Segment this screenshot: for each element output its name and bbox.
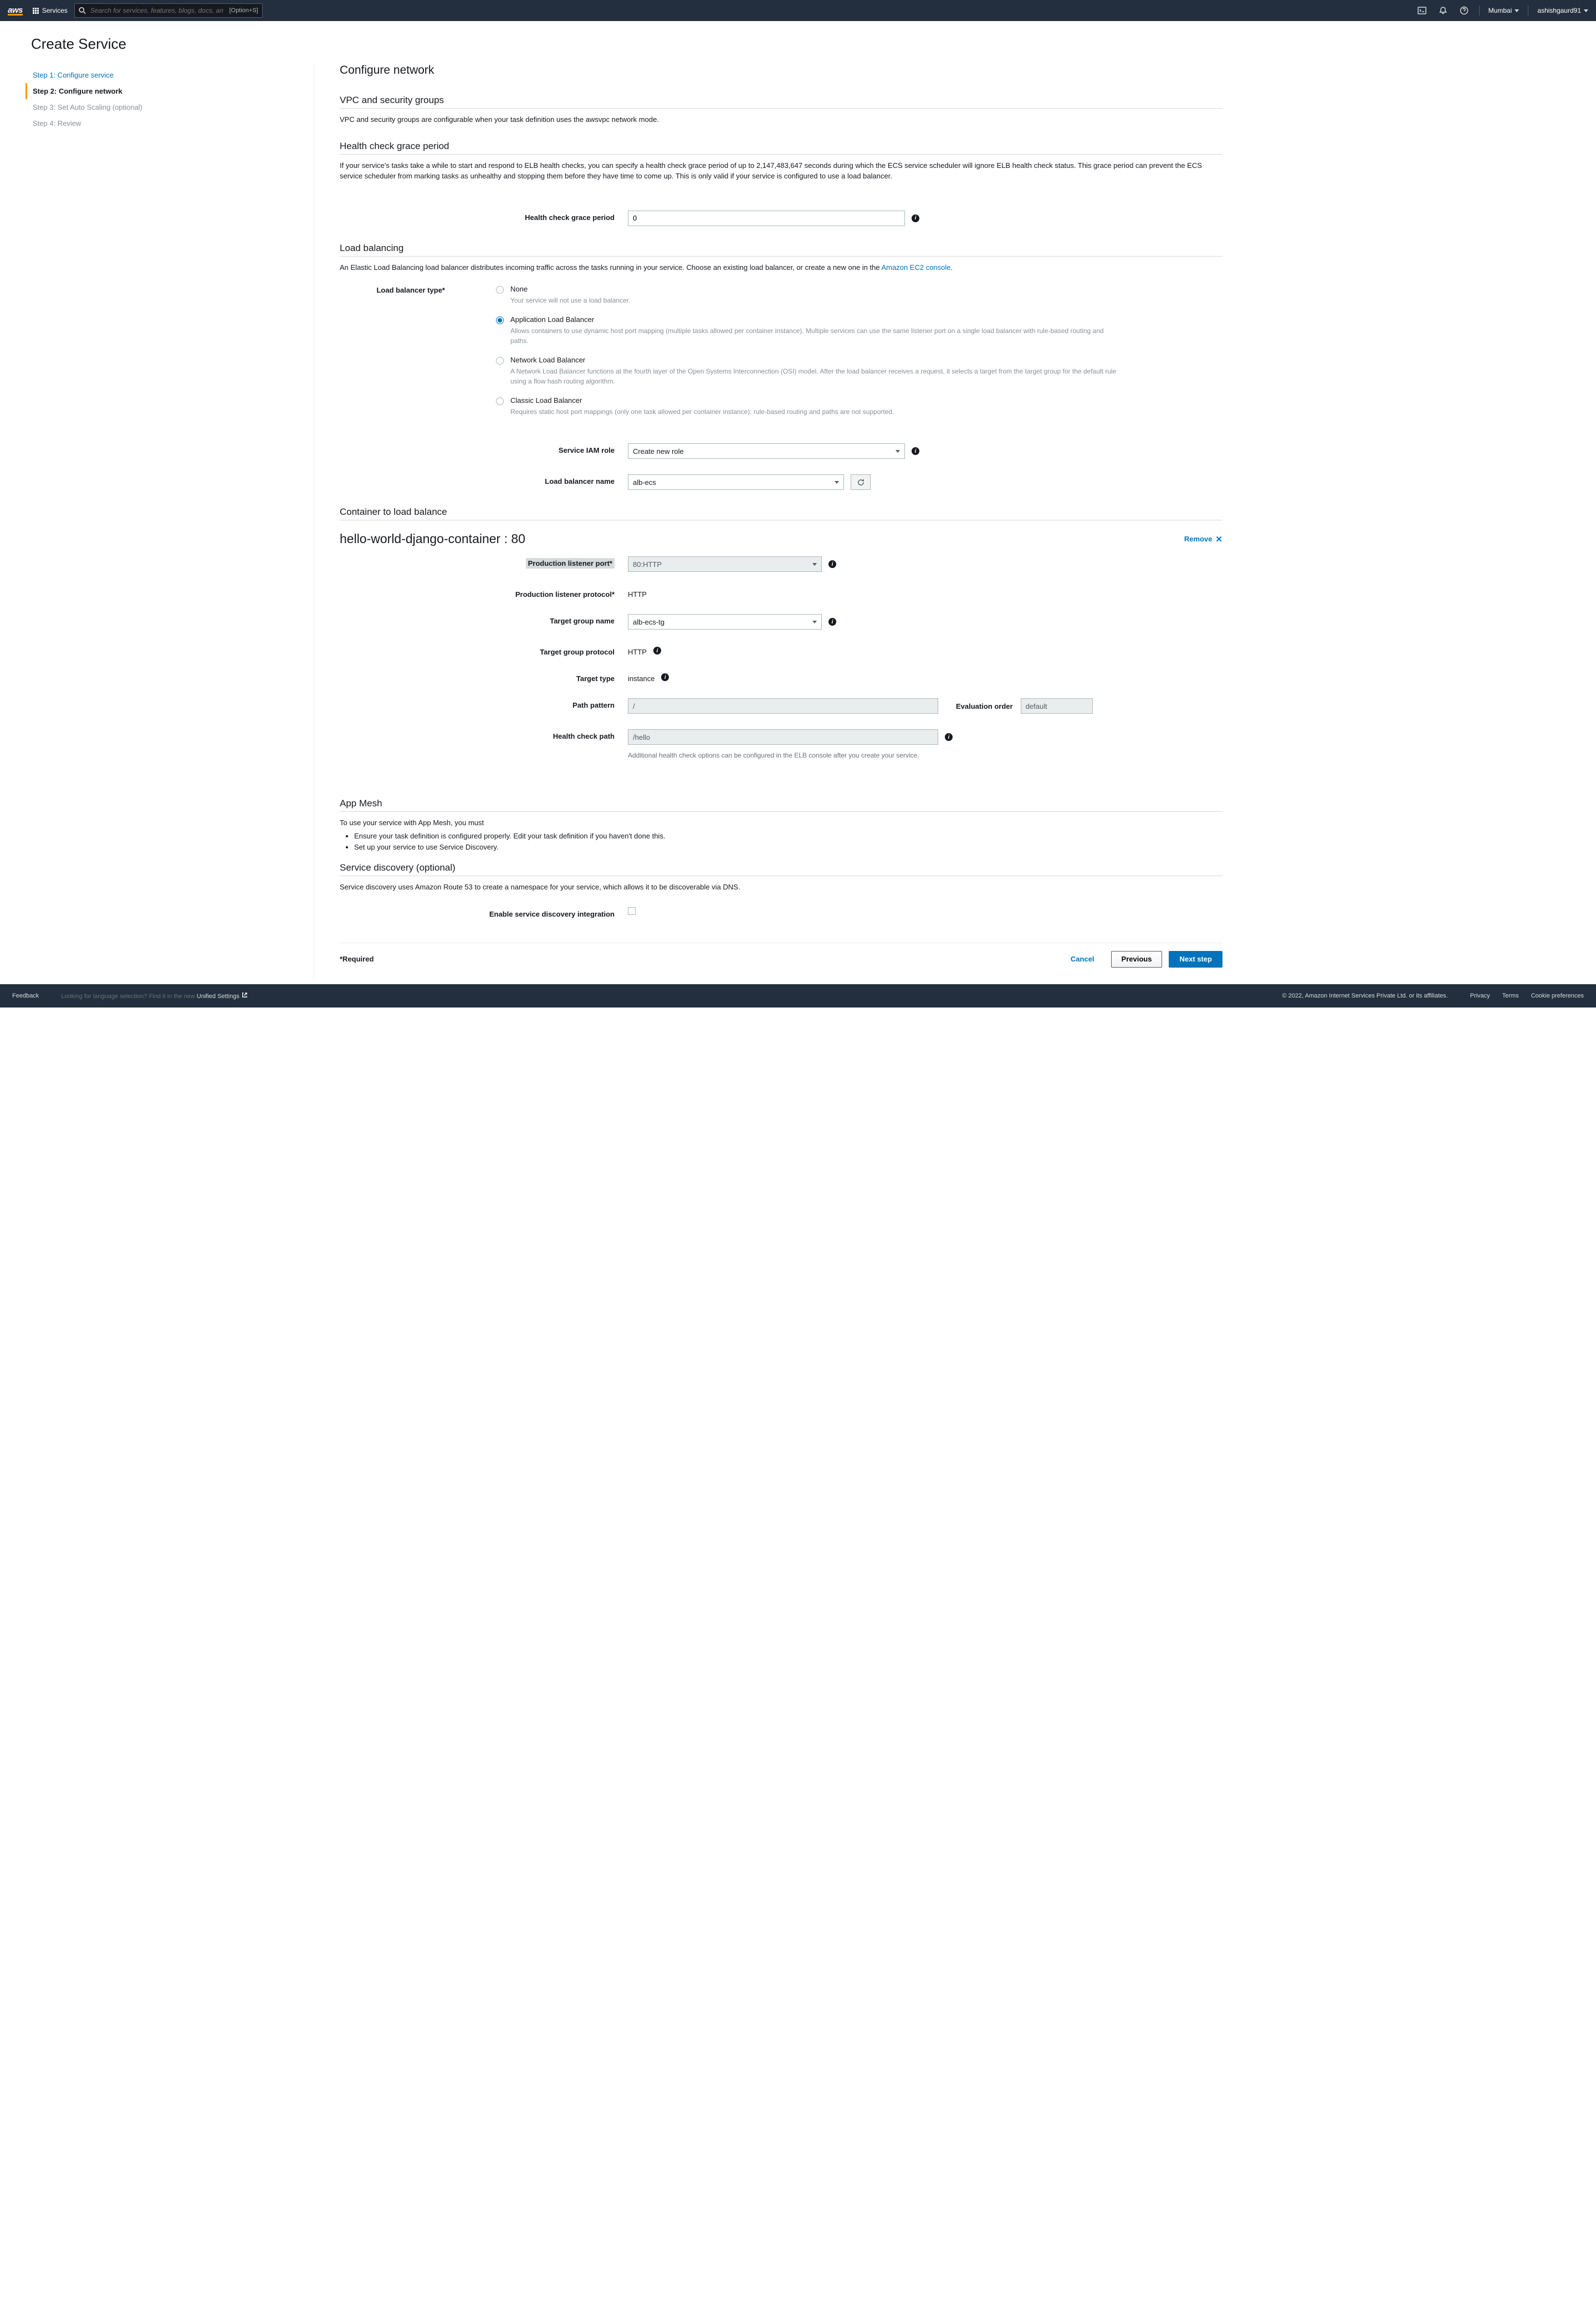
iam-role-select[interactable]: Create new role	[628, 443, 905, 459]
search-shortcut: [Option+S]	[229, 7, 258, 14]
appmesh-desc: To use your service with App Mesh, you m…	[340, 817, 1222, 828]
info-icon[interactable]: i	[912, 447, 919, 455]
iam-role-label: Service IAM role	[340, 443, 628, 454]
lb-desc: An Elastic Load Balancing load balancer …	[340, 262, 1222, 273]
hc-title: Health check grace period	[340, 132, 1222, 155]
unified-settings-link[interactable]: Unified Settings	[197, 993, 248, 1000]
terms-link[interactable]: Terms	[1502, 993, 1519, 999]
lang-prompt: Looking for language selection? Find it …	[61, 992, 248, 1000]
info-icon[interactable]: i	[653, 647, 661, 654]
appmesh-title: App Mesh	[340, 789, 1222, 812]
hc-label: Health check grace period	[340, 211, 628, 222]
info-icon[interactable]: i	[828, 560, 836, 568]
chevron-down-icon	[1584, 9, 1588, 12]
next-step-button[interactable]: Next step	[1169, 951, 1222, 968]
tg-name-select[interactable]: alb-ecs-tg	[628, 614, 822, 630]
lb-option-none[interactable]: None Your service will not use a load ba…	[496, 285, 1123, 305]
step-1[interactable]: Step 1: Configure service	[25, 67, 303, 83]
vpc-title: VPC and security groups	[340, 86, 1222, 109]
feedback-link[interactable]: Feedback	[12, 993, 39, 999]
close-icon: ✕	[1215, 534, 1222, 544]
lb-option-clb[interactable]: Classic Load Balancer Requires static ho…	[496, 396, 1123, 417]
vpc-desc: VPC and security groups are configurable…	[340, 114, 1222, 125]
radio-icon	[496, 316, 504, 324]
listener-port-select[interactable]: 80:HTTP	[628, 556, 822, 572]
container-heading: hello-world-django-container : 80 Remove…	[340, 526, 1222, 549]
info-icon[interactable]: i	[828, 618, 836, 626]
cookie-link[interactable]: Cookie preferences	[1531, 993, 1584, 999]
wizard-steps: Step 1: Configure service Step 2: Config…	[31, 64, 303, 979]
chevron-down-icon	[896, 450, 900, 453]
page-title: Create Service	[31, 35, 1576, 53]
listener-proto-label: Production listener protocol*	[340, 587, 628, 599]
user-label: ashishgaurd91	[1537, 7, 1581, 14]
sd-checkbox-label: Enable service discovery integration	[340, 907, 628, 918]
step-2[interactable]: Step 2: Configure network	[25, 83, 303, 99]
lb-title: Load balancing	[340, 234, 1222, 257]
step-4: Step 4: Review	[25, 115, 303, 131]
sd-title: Service discovery (optional)	[340, 853, 1222, 876]
eval-order-input	[1021, 698, 1093, 714]
tg-name-label: Target group name	[340, 614, 628, 625]
list-item: Ensure your task definition is configure…	[354, 831, 1222, 842]
radio-icon	[496, 357, 504, 365]
required-text: *Required	[340, 955, 374, 963]
aws-logo[interactable]: aws	[8, 6, 23, 16]
user-menu[interactable]: ashishgaurd91	[1537, 7, 1588, 14]
hc-path-label: Health check path	[340, 729, 628, 740]
grid-icon	[33, 8, 39, 14]
radio-icon	[496, 286, 504, 294]
container-section-title: Container to load balance	[340, 498, 1222, 520]
main-title: Configure network	[340, 64, 1222, 80]
chevron-down-icon	[812, 621, 817, 623]
eval-order-label: Evaluation order	[956, 702, 1013, 710]
path-pattern-input	[628, 698, 938, 714]
search-icon	[79, 7, 86, 14]
chevron-down-icon	[1515, 9, 1519, 12]
lb-option-nlb[interactable]: Network Load Balancer A Network Load Bal…	[496, 356, 1123, 386]
external-link-icon	[242, 992, 248, 998]
listener-proto-value: HTTP	[628, 587, 647, 599]
region-selector[interactable]: Mumbai	[1488, 7, 1520, 14]
lb-option-alb[interactable]: Application Load Balancer Allows contain…	[496, 315, 1123, 346]
lb-name-label: Load balancer name	[340, 474, 628, 485]
radio-icon	[496, 397, 504, 405]
copyright: © 2022, Amazon Internet Services Private…	[1282, 993, 1448, 999]
info-icon[interactable]: i	[912, 214, 919, 222]
remove-link[interactable]: Remove ✕	[1184, 534, 1222, 544]
appmesh-bullets: Ensure your task definition is configure…	[340, 831, 1222, 854]
tg-proto-label: Target group protocol	[340, 645, 628, 656]
info-icon[interactable]: i	[945, 733, 953, 741]
refresh-button[interactable]	[851, 474, 871, 490]
info-icon[interactable]: i	[661, 673, 669, 681]
lb-type-label: Load balancer type*	[347, 285, 458, 294]
region-label: Mumbai	[1488, 7, 1512, 14]
tg-proto-value: HTTP	[628, 645, 647, 656]
privacy-link[interactable]: Privacy	[1470, 993, 1490, 999]
notifications-icon[interactable]	[1437, 4, 1449, 17]
path-pattern-label: Path pattern	[340, 698, 628, 709]
list-item: Set up your service to use Service Disco…	[354, 842, 1222, 853]
hc-help-text: Additional health check options can be c…	[628, 751, 953, 759]
listener-port-label: Production listener port*	[340, 556, 628, 567]
target-type-label: Target type	[340, 672, 628, 683]
services-label: Services	[42, 7, 68, 14]
sd-desc: Service discovery uses Amazon Route 53 t…	[340, 882, 1222, 893]
chevron-down-icon	[835, 481, 839, 484]
hc-grace-input[interactable]	[628, 211, 905, 226]
cancel-button[interactable]: Cancel	[1061, 951, 1104, 968]
services-menu[interactable]: Services	[33, 7, 68, 14]
help-icon[interactable]	[1458, 4, 1470, 17]
hc-desc: If your service's tasks take a while to …	[340, 160, 1222, 182]
hc-path-input	[628, 729, 938, 745]
cloudshell-icon[interactable]	[1416, 4, 1428, 17]
ec2-console-link[interactable]: Amazon EC2 console	[882, 263, 951, 272]
previous-button[interactable]: Previous	[1111, 951, 1163, 968]
chevron-down-icon	[812, 563, 817, 566]
sd-checkbox[interactable]	[628, 907, 636, 915]
step-3: Step 3: Set Auto Scaling (optional)	[25, 99, 303, 115]
target-type-value: instance	[628, 672, 654, 683]
lb-name-select[interactable]: alb-ecs	[628, 474, 844, 490]
